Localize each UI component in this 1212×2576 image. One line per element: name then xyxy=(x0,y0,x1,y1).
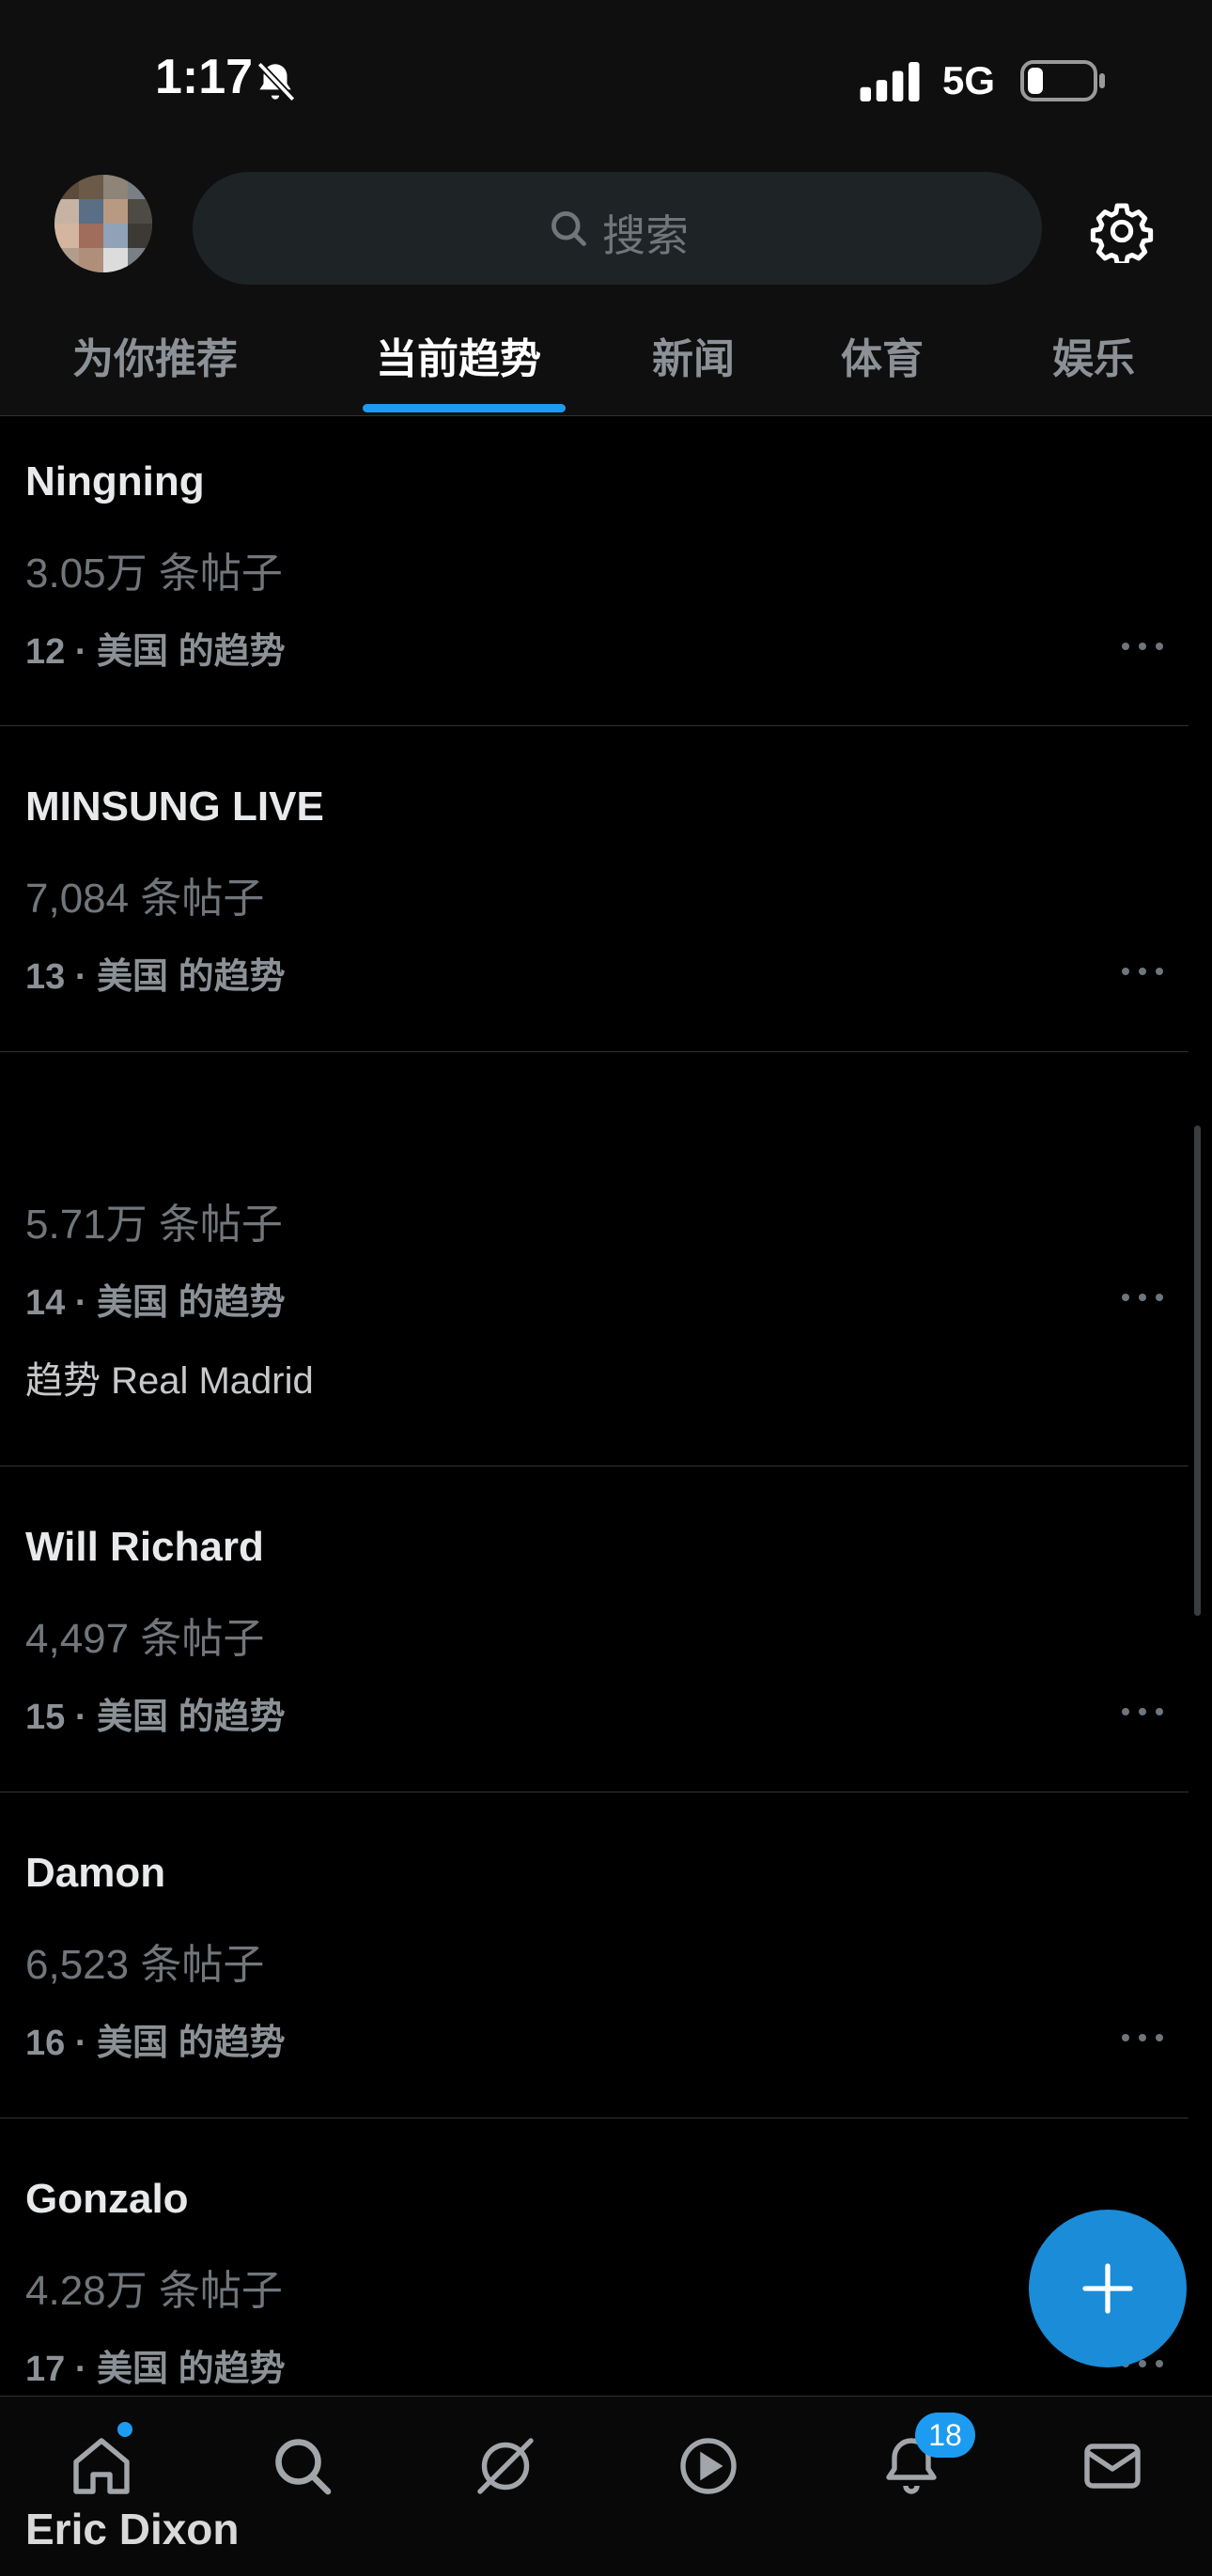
compose-post-button[interactable] xyxy=(1029,2210,1187,2367)
scrollbar[interactable] xyxy=(1194,1125,1201,1616)
plus-icon xyxy=(1082,2263,1133,2314)
grok-icon xyxy=(477,2438,534,2494)
search-icon xyxy=(275,2439,332,2495)
battery-icon xyxy=(1020,60,1105,101)
bell-muted-icon xyxy=(256,61,296,102)
trend-name: MINSUNG LIVE xyxy=(25,784,324,830)
trend-rank: 12 · 美国 的趋势 xyxy=(25,632,286,672)
home-icon xyxy=(73,2438,130,2494)
search-bar[interactable]: 搜索 xyxy=(193,172,1042,285)
trend-name: Gonzalo xyxy=(25,2176,189,2222)
trend-item[interactable]: 5.71万 条帖子 14 · 美国 的趋势 趋势 Real Madrid xyxy=(0,1051,1189,1466)
trend-item[interactable]: Damon 6,523 条帖子 16 · 美国 的趋势 xyxy=(0,1792,1189,2118)
more-options-icon[interactable] xyxy=(1120,964,1165,979)
tab-for-you[interactable]: 为你推荐 xyxy=(72,325,238,385)
home-unread-dot xyxy=(117,2422,132,2437)
messages-icon xyxy=(1084,2444,1141,2489)
trend-rank: 16 · 美国 的趋势 xyxy=(25,2024,286,2063)
status-bar: 1:17 5G xyxy=(0,0,1212,160)
more-options-icon[interactable] xyxy=(1120,2030,1165,2045)
network-type: 5G xyxy=(942,58,996,102)
trend-post-count: 6,523 条帖子 xyxy=(25,1942,265,1988)
trend-post-count: 7,084 条帖子 xyxy=(25,876,265,922)
trend-rank: 15 · 美国 的趋势 xyxy=(25,1698,286,1737)
nav-grok[interactable] xyxy=(472,2432,539,2500)
trend-name: Will Richard xyxy=(25,1524,264,1570)
status-time: 1:17 xyxy=(155,50,254,104)
active-tab-indicator xyxy=(363,404,566,412)
tab-entertainment[interactable]: 娱乐 xyxy=(1052,325,1135,385)
trend-rank: 17 · 美国 的趋势 xyxy=(25,2350,286,2389)
search-icon xyxy=(552,211,586,246)
trend-post-count: 4.28万 条帖子 xyxy=(25,2268,283,2314)
settings-gear-icon[interactable] xyxy=(1090,199,1154,263)
tab-news[interactable]: 新闻 xyxy=(652,325,735,385)
search-placeholder: 搜索 xyxy=(602,211,689,260)
avatar[interactable] xyxy=(54,175,152,272)
tab-sports[interactable]: 体育 xyxy=(841,325,924,385)
tab-trending[interactable]: 当前趋势 xyxy=(376,325,541,385)
trend-name: Ningning xyxy=(25,458,205,504)
trend-context: 趋势 Real Madrid xyxy=(25,1360,314,1402)
nav-search[interactable] xyxy=(269,2432,336,2500)
trend-rank: 14 · 美国 的趋势 xyxy=(25,1283,286,1323)
nav-home[interactable] xyxy=(68,2432,135,2500)
notification-badge: 18 xyxy=(915,2413,975,2458)
more-options-icon[interactable] xyxy=(1120,1290,1165,1305)
nav-messages[interactable] xyxy=(1079,2432,1146,2500)
more-options-icon[interactable] xyxy=(1120,1704,1165,1719)
trend-rank: 13 · 美国 的趋势 xyxy=(25,957,286,997)
trend-item[interactable]: MINSUNG LIVE 7,084 条帖子 13 · 美国 的趋势 xyxy=(0,725,1189,1052)
trend-post-count: 3.05万 条帖子 xyxy=(25,551,283,597)
trend-post-count: 4,497 条帖子 xyxy=(25,1616,265,1662)
account-name: Eric Dixon xyxy=(25,2505,240,2553)
signal-icon xyxy=(860,62,920,101)
nav-video[interactable] xyxy=(675,2432,742,2500)
trend-item[interactable]: Ningning 3.05万 条帖子 12 · 美国 的趋势 xyxy=(0,415,1189,726)
video-icon xyxy=(680,2438,737,2494)
more-options-icon[interactable] xyxy=(1120,639,1165,654)
trend-name: Damon xyxy=(25,1850,166,1896)
trend-item[interactable]: Will Richard 4,497 条帖子 15 · 美国 的趋势 xyxy=(0,1466,1189,1792)
trend-post-count: 5.71万 条帖子 xyxy=(25,1202,283,1248)
tab-bar: 为你推荐 当前趋势 新闻 体育 娱乐 xyxy=(0,310,1212,415)
